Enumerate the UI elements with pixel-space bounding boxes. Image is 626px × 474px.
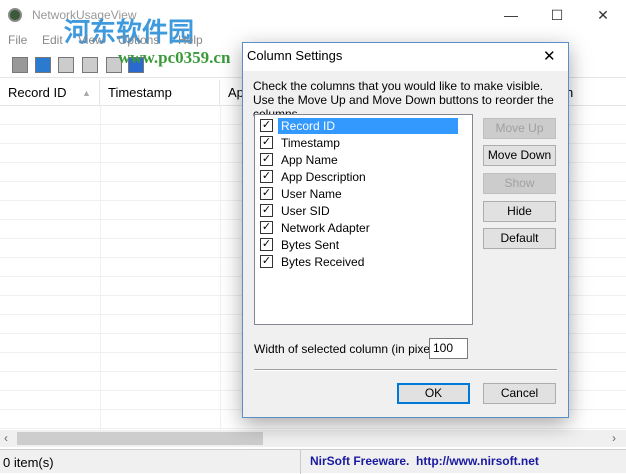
minimize-button[interactable]: — xyxy=(488,0,534,30)
checkbox[interactable]: ✓ xyxy=(260,170,273,183)
column-timestamp[interactable]: Timestamp xyxy=(100,80,220,106)
menu-file[interactable]: File xyxy=(8,33,27,47)
list-item[interactable]: ✓ App Description xyxy=(259,168,469,185)
checkbox[interactable]: ✓ xyxy=(260,119,273,132)
ok-button[interactable]: OK xyxy=(397,383,470,404)
move-down-button[interactable]: Move Down xyxy=(483,145,556,166)
list-item[interactable]: ✓ User Name xyxy=(259,185,469,202)
refresh-icon[interactable] xyxy=(35,57,51,73)
close-button[interactable]: ✕ xyxy=(580,0,626,30)
list-item[interactable]: ✓ Record ID xyxy=(259,117,469,134)
list-item[interactable]: ✓ Network Adapter xyxy=(259,219,469,236)
scroll-left-icon[interactable]: ‹ xyxy=(4,431,8,445)
width-input[interactable]: 100 xyxy=(429,338,468,359)
title-bar: NetworkUsageView 河东软件园 — ☐ ✕ xyxy=(0,0,626,47)
properties-icon[interactable] xyxy=(82,57,98,73)
list-item[interactable]: ✓ Bytes Sent xyxy=(259,236,469,253)
list-item[interactable]: ✓ App Name xyxy=(259,151,469,168)
maximize-button[interactable]: ☐ xyxy=(534,0,580,30)
dialog-title-bar: Column Settings ✕ xyxy=(243,43,568,71)
checkbox[interactable]: ✓ xyxy=(260,136,273,149)
width-label: Width of selected column (in pixels): xyxy=(254,342,447,356)
horizontal-scrollbar[interactable]: ‹ › xyxy=(0,430,626,447)
sort-icon: ▲ xyxy=(82,88,91,98)
dialog-close-button[interactable]: ✕ xyxy=(543,47,556,65)
checkbox[interactable]: ✓ xyxy=(260,238,273,251)
cancel-button[interactable]: Cancel xyxy=(483,383,556,404)
move-up-button[interactable]: Move Up xyxy=(483,118,556,139)
menu-help[interactable]: Help xyxy=(178,33,203,47)
scrollbar-thumb[interactable] xyxy=(17,432,263,445)
scroll-right-icon[interactable]: › xyxy=(612,431,616,445)
show-button[interactable]: Show xyxy=(483,173,556,194)
checkbox[interactable]: ✓ xyxy=(260,255,273,268)
status-bar: 0 item(s) NirSoft Freeware. http://www.n… xyxy=(0,449,626,474)
save-icon[interactable] xyxy=(12,57,28,73)
default-button[interactable]: Default xyxy=(483,228,556,249)
checkbox[interactable]: ✓ xyxy=(260,153,273,166)
list-item[interactable]: ✓ Bytes Received xyxy=(259,253,469,270)
app-icon xyxy=(8,8,22,22)
list-item[interactable]: ✓ User SID xyxy=(259,202,469,219)
menu-options[interactable]: Options xyxy=(118,33,159,47)
copy-icon[interactable] xyxy=(58,57,74,73)
column-settings-dialog: Column Settings ✕ Check the columns that… xyxy=(242,42,569,418)
hide-button[interactable]: Hide xyxy=(483,201,556,222)
separator xyxy=(254,369,557,371)
item-count: 0 item(s) xyxy=(3,455,54,470)
column-list[interactable]: ✓ Record ID ✓ Timestamp ✓ App Name ✓ App Des… xyxy=(254,114,473,325)
checkbox[interactable]: ✓ xyxy=(260,187,273,200)
watermark-url: www.pc0359.cn xyxy=(118,48,231,67)
checkbox[interactable]: ✓ xyxy=(260,221,273,234)
checkbox[interactable]: ✓ xyxy=(260,204,273,217)
menu-view[interactable]: View xyxy=(78,33,104,47)
list-item[interactable]: ✓ Timestamp xyxy=(259,134,469,151)
nirsoft-link[interactable]: NirSoft Freeware. http://www.nirsoft.net xyxy=(310,454,539,468)
menu-edit[interactable]: Edit xyxy=(42,33,63,47)
dialog-title: Column Settings xyxy=(247,48,343,63)
